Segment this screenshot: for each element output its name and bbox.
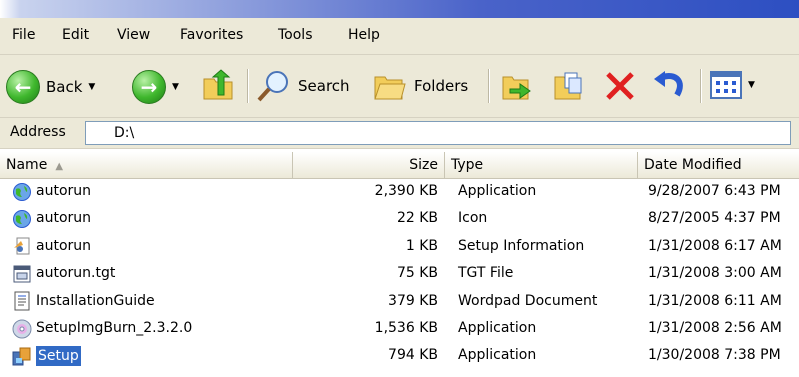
back-label: Back (46, 78, 83, 96)
setup-info-icon (12, 236, 32, 256)
search-icon (257, 71, 288, 102)
file-row[interactable]: autorun 22 KB Icon 8/27/2005 4:37 PM (0, 205, 799, 232)
views-button[interactable]: ▼ (710, 70, 755, 100)
file-date-modified: 9/28/2007 6:43 PM (648, 183, 781, 199)
menu-tools[interactable]: Tools (278, 27, 313, 43)
file-name: autorun (36, 237, 92, 254)
file-name: InstallationGuide (36, 292, 155, 309)
file-type: Application (458, 320, 537, 336)
folders-icon (374, 76, 406, 100)
file-date-modified: 1/31/2008 6:17 AM (648, 237, 782, 254)
file-date-modified: 1/30/2008 7:38 PM (648, 347, 781, 364)
file-name-cell[interactable]: autorun.tgt (12, 260, 115, 287)
column-type[interactable]: Type (445, 152, 638, 178)
address-bar: Address D:\ (0, 118, 799, 149)
file-name: autorun (36, 183, 92, 199)
file-row[interactable]: Setup 794 KB Application 1/30/2008 7:38 PM (0, 342, 799, 369)
file-name-cell[interactable]: Setup (12, 342, 81, 369)
file-name-cell[interactable]: InstallationGuide (12, 288, 155, 315)
column-type-label: Type (451, 157, 484, 173)
file-row[interactable]: autorun 1 KB Setup Information 1/31/2008 6:… (0, 233, 799, 260)
file-name: Setup (36, 345, 81, 366)
file-type: Wordpad Document (458, 292, 598, 309)
menu-help[interactable]: Help (348, 27, 380, 43)
sort-ascending-icon: ▲ (55, 161, 64, 172)
views-icon (710, 71, 742, 99)
menu-favorites[interactable]: Favorites (180, 27, 243, 43)
up-folder-icon (203, 69, 233, 100)
file-row[interactable]: autorun 2,390 KB Application 9/28/2007 6:43… (0, 178, 799, 205)
file-type: Application (458, 183, 537, 199)
generic-file-icon (12, 264, 32, 284)
up-folder-button[interactable] (200, 67, 236, 103)
file-date-modified: 1/31/2008 2:56 AM (648, 320, 782, 336)
file-type: TGT File (458, 265, 514, 282)
column-size[interactable]: Size (293, 152, 445, 178)
globe-icon (12, 182, 32, 202)
column-date-modified[interactable]: Date Modified (638, 152, 799, 178)
column-name[interactable]: Name ▲ (0, 152, 293, 178)
undo-icon (654, 71, 683, 97)
column-header: Name ▲ Size Type Date Modified (0, 152, 799, 179)
setup-app-icon (12, 346, 32, 366)
file-size: 22 KB (396, 210, 438, 227)
search-label: Search (298, 77, 350, 95)
undo-button[interactable] (651, 69, 687, 103)
file-date-modified: 8/27/2005 4:37 PM (648, 210, 781, 227)
menu-view[interactable]: View (117, 27, 150, 43)
file-type: Application (458, 347, 537, 364)
file-name-cell[interactable]: autorun (12, 205, 91, 232)
column-name-label: Name (6, 157, 48, 173)
menu-edit[interactable]: Edit (62, 27, 89, 43)
file-date-modified: 1/31/2008 6:11 AM (648, 292, 782, 309)
globe-icon (12, 209, 32, 229)
file-name-cell[interactable]: SetupImgBurn_2.3.2.0 (12, 315, 192, 342)
move-to-icon (502, 76, 531, 100)
toolbar: ← Back ▼ → ▼ Search Folders ▼ (0, 55, 799, 118)
folders-label: Folders (414, 77, 469, 95)
file-name-cell[interactable]: autorun (12, 233, 91, 260)
file-type: Icon (458, 210, 488, 227)
file-name: autorun (36, 210, 92, 227)
move-to-button[interactable] (500, 69, 534, 103)
address-label: Address (10, 124, 66, 140)
column-size-label: Size (409, 157, 438, 173)
back-arrow-icon: ← (6, 70, 40, 104)
file-size: 379 KB (388, 292, 438, 309)
delete-icon (606, 72, 634, 100)
forward-arrow-icon: → (132, 70, 166, 104)
menu-bar: File Edit View Favorites Tools Help (0, 18, 799, 55)
views-dropdown-icon[interactable]: ▼ (748, 80, 755, 90)
wordpad-icon (12, 291, 32, 311)
title-bar (0, 0, 799, 18)
address-input[interactable]: D:\ (85, 121, 791, 145)
copy-to-icon (554, 72, 582, 100)
file-row[interactable]: InstallationGuide 379 KB Wordpad Document 1… (0, 288, 799, 315)
file-size: 1 KB (405, 237, 438, 254)
file-size: 794 KB (388, 347, 438, 364)
file-date-modified: 1/31/2008 3:00 AM (648, 265, 782, 282)
menu-file[interactable]: File (12, 27, 35, 43)
file-size: 1,536 KB (374, 320, 438, 336)
forward-dropdown-icon[interactable]: ▼ (172, 82, 179, 92)
file-name: SetupImgBurn_2.3.2.0 (36, 320, 193, 336)
file-size: 75 KB (396, 265, 438, 282)
file-row[interactable]: SetupImgBurn_2.3.2.0 1,536 KB Application 1… (0, 315, 799, 342)
column-date-label: Date Modified (644, 157, 742, 173)
file-row[interactable]: autorun.tgt 75 KB TGT File 1/31/2008 3:00 A… (0, 260, 799, 287)
forward-button[interactable]: → ▼ (132, 70, 179, 104)
disc-icon (12, 319, 32, 339)
file-name: autorun.tgt (36, 265, 116, 282)
search-button[interactable]: Search (256, 69, 350, 103)
back-dropdown-icon[interactable]: ▼ (88, 82, 95, 92)
back-button[interactable]: ← Back ▼ (6, 70, 95, 104)
file-name-cell[interactable]: autorun (12, 178, 91, 205)
folders-button[interactable]: Folders (372, 69, 468, 103)
delete-button[interactable] (603, 69, 637, 103)
copy-to-button[interactable] (552, 69, 586, 103)
file-size: 2,390 KB (374, 183, 438, 199)
file-type: Setup Information (458, 237, 585, 254)
